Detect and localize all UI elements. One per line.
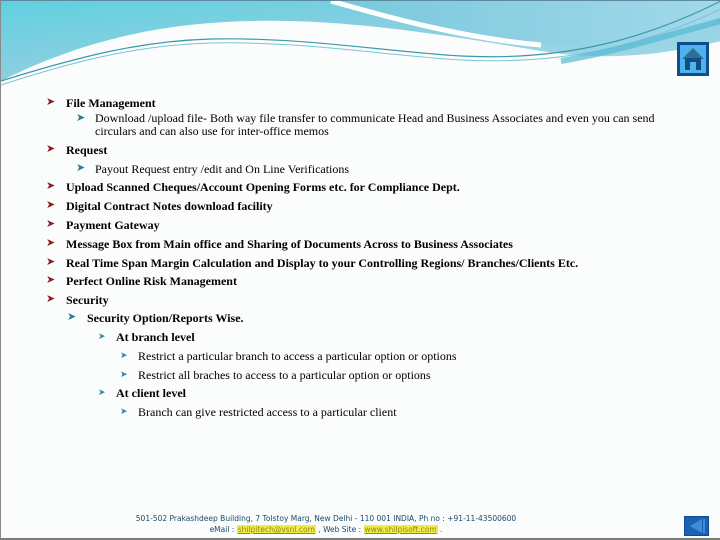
bullet-arrow-icon: ➤ bbox=[46, 142, 56, 155]
feature-message-box: Message Box from Main office and Sharing… bbox=[66, 237, 513, 251]
feature-digital-contract: Digital Contract Notes download facility bbox=[66, 199, 273, 213]
bullet-arrow-icon: ➤ bbox=[120, 351, 128, 361]
feature-real-time-margin: Real Time Span Margin Calculation and Di… bbox=[66, 256, 579, 270]
home-button[interactable] bbox=[677, 42, 709, 76]
bullet-arrow-icon: ➤ bbox=[98, 332, 106, 342]
back-arrow-icon bbox=[689, 519, 705, 533]
slide: ➤ File Management ➤ Download /upload fil… bbox=[0, 0, 720, 540]
bullet-arrow-icon: ➤ bbox=[76, 111, 86, 124]
feature-file-management: File Management bbox=[66, 96, 156, 110]
feature-file-transfer-detail: Download /upload file- Both way file tra… bbox=[95, 111, 655, 138]
client-restriction-item: Branch can give restricted access to a p… bbox=[138, 405, 397, 419]
bullet-arrow-icon: ➤ bbox=[46, 198, 56, 211]
header-wave-decoration bbox=[1, 1, 720, 86]
website-label: , Web Site : bbox=[315, 525, 364, 534]
feature-security: Security bbox=[66, 293, 109, 307]
security-branch-level: At branch level bbox=[116, 330, 195, 344]
bullet-arrow-icon: ➤ bbox=[46, 255, 56, 268]
bullet-arrow-icon: ➤ bbox=[46, 292, 56, 305]
back-button[interactable] bbox=[684, 516, 709, 536]
bullet-arrow-icon: ➤ bbox=[76, 161, 86, 174]
branch-restriction-item: Restrict all braches to access to a part… bbox=[138, 368, 431, 382]
feature-request: Request bbox=[66, 143, 108, 157]
website-link[interactable]: www.shilpisoft.com bbox=[363, 525, 438, 534]
security-client-level: At client level bbox=[116, 386, 186, 400]
feature-upload-scanned: Upload Scanned Cheques/Account Opening F… bbox=[66, 180, 460, 194]
feature-payment-gateway: Payment Gateway bbox=[66, 218, 160, 232]
security-option: Security Option/Reports Wise. bbox=[87, 311, 244, 325]
bullet-arrow-icon: ➤ bbox=[67, 310, 77, 323]
bullet-arrow-icon: ➤ bbox=[46, 236, 56, 249]
bullet-arrow-icon: ➤ bbox=[98, 388, 106, 398]
feature-payout-request: Payout Request entry /edit and On Line V… bbox=[95, 162, 350, 176]
footer-contact: 501-502 Prakashdeep Building, 7 Tolstoy … bbox=[101, 513, 551, 535]
home-icon bbox=[682, 48, 704, 70]
footer-address: 501-502 Prakashdeep Building, 7 Tolstoy … bbox=[135, 514, 517, 523]
bullet-arrow-icon: ➤ bbox=[46, 179, 56, 192]
bullet-arrow-icon: ➤ bbox=[46, 95, 56, 108]
footer-links: eMail : shilpitech@vsnl.com , Web Site :… bbox=[101, 524, 551, 535]
footer-trailing: . bbox=[437, 525, 443, 534]
bullet-arrow-icon: ➤ bbox=[46, 217, 56, 230]
bullet-arrow-icon: ➤ bbox=[120, 370, 128, 380]
branch-restriction-item: Restrict a particular branch to access a… bbox=[138, 349, 457, 363]
bullet-arrow-icon: ➤ bbox=[120, 407, 128, 417]
feature-risk-management: Perfect Online Risk Management bbox=[66, 274, 237, 288]
email-label: eMail : bbox=[209, 525, 237, 534]
bullet-arrow-icon: ➤ bbox=[46, 273, 56, 286]
email-link[interactable]: shilpitech@vsnl.com bbox=[236, 525, 316, 534]
